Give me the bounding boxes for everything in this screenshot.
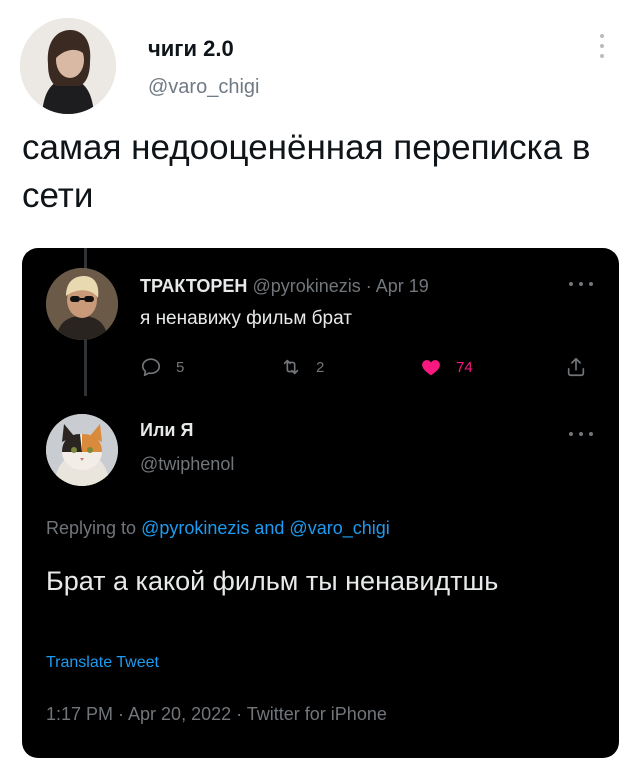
heart-filled-icon xyxy=(422,360,440,376)
reply-button[interactable]: 5 xyxy=(140,356,184,378)
reply-mention-link[interactable]: @pyrokinezis xyxy=(141,518,249,538)
tweet1-name[interactable]: ТРАКТОРЕН xyxy=(140,276,247,296)
tweet1-avatar[interactable] xyxy=(46,268,118,340)
embedded-screenshot: ТРАКТОРЕН @pyrokinezis · Apr 19 я ненави… xyxy=(22,248,619,758)
tweet2-name[interactable]: Или Я xyxy=(140,420,193,441)
tweet1-actions: 5 2 74 xyxy=(140,356,600,382)
replying-to: Replying to @pyrokinezis and @varo_chigi xyxy=(46,518,390,539)
retweet-count: 2 xyxy=(316,358,325,376)
retweet-icon xyxy=(283,359,299,375)
share-icon xyxy=(567,357,585,377)
reply-mention-link[interactable]: @varo_chigi xyxy=(289,518,389,538)
like-button[interactable]: 74 xyxy=(420,356,473,378)
retweet-button[interactable]: 2 xyxy=(280,356,324,378)
author-avatar[interactable] xyxy=(20,18,116,114)
tweet2-avatar[interactable] xyxy=(46,414,118,486)
share-button[interactable] xyxy=(565,356,587,378)
tweet1-date[interactable]: Apr 19 xyxy=(376,276,429,296)
replying-and: and xyxy=(249,518,290,538)
more-options-icon[interactable] xyxy=(569,280,593,288)
vertical-dots-icon[interactable] xyxy=(598,34,606,62)
reply-count: 5 xyxy=(176,358,185,376)
author-handle[interactable]: @varo_chigi xyxy=(148,76,259,99)
tweet2-text: Брат а какой фильм ты ненавидтшь xyxy=(46,566,499,596)
translate-tweet-link[interactable]: Translate Tweet xyxy=(46,654,159,672)
tweet1-handle[interactable]: @pyrokinezis xyxy=(252,276,360,296)
tweet2-timestamp[interactable]: 1:17 PM · Apr 20, 2022 · Twitter for iPh… xyxy=(46,704,387,725)
tweet1-text: я ненавижу фильм брат xyxy=(140,308,352,329)
replying-prefix: Replying to xyxy=(46,518,142,538)
more-options-icon[interactable] xyxy=(569,430,593,438)
reply-icon xyxy=(141,358,161,377)
tweet1-header: ТРАКТОРЕН @pyrokinezis · Apr 19 xyxy=(140,276,429,297)
like-count: 74 xyxy=(456,358,473,376)
meta-separator: · xyxy=(360,276,376,296)
tweet-text: самая недооценённая переписка в сети xyxy=(22,128,591,215)
author-name[interactable]: чиги 2.0 xyxy=(148,36,234,62)
tweet2-handle[interactable]: @twiphenol xyxy=(140,454,234,475)
